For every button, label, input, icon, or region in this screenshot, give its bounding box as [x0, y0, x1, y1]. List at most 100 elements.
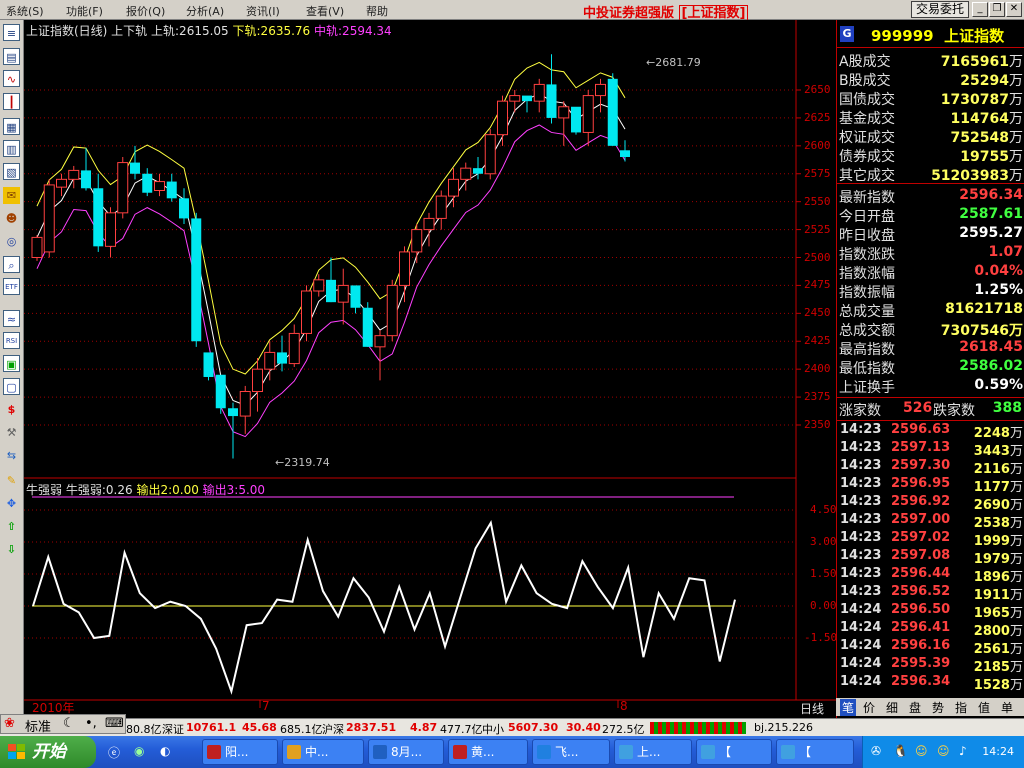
- menu-quote[interactable]: 报价(Q): [126, 3, 165, 19]
- candle-body-up: [374, 335, 386, 348]
- index-code: 999999: [871, 27, 934, 45]
- detail-tab[interactable]: 值: [978, 699, 990, 716]
- keyboard-icon[interactable]: ⌨: [105, 716, 124, 731]
- taskbar-item[interactable]: 【: [696, 739, 772, 765]
- menu-analysis[interactable]: 分析(A): [186, 3, 224, 19]
- menu-view[interactable]: 查看(V): [306, 3, 344, 19]
- tray-qq2-icon[interactable]: ☺: [937, 744, 950, 758]
- tick-volume-number: 1896: [973, 570, 1010, 585]
- tick-price: 2596.63: [891, 422, 951, 437]
- tick-volume-unit: 万: [1009, 642, 1023, 657]
- kline-icon[interactable]: ┃: [3, 93, 20, 110]
- menu-help[interactable]: 帮助: [366, 3, 388, 19]
- candle-body-down: [166, 181, 177, 199]
- hs-value: 2837.51: [346, 721, 397, 734]
- menu-function[interactable]: 功能(F): [66, 3, 103, 19]
- rsi-icon[interactable]: RSI: [3, 332, 20, 349]
- y-tick-label: 2400: [804, 362, 831, 376]
- calc-icon[interactable]: ▣: [3, 355, 20, 372]
- ime-bar[interactable]: ❀ 标准 ☾ •, ⌨: [0, 714, 126, 735]
- tick-volume: 1911万: [974, 584, 1023, 603]
- volume-row: 权证成交 752548万: [837, 127, 1024, 146]
- quote-list-icon[interactable]: ≡: [3, 24, 20, 41]
- mail-icon[interactable]: ✉: [3, 187, 20, 204]
- minimize-icon[interactable]: _: [972, 2, 988, 17]
- menu-system[interactable]: 系统(S): [6, 3, 44, 19]
- close-icon[interactable]: ✕: [1006, 2, 1022, 17]
- tick-volume: 2538万: [974, 512, 1023, 531]
- detail-tab[interactable]: 势: [932, 699, 944, 716]
- menu-info[interactable]: 资讯(I): [246, 3, 280, 19]
- taskbar-item[interactable]: 中...: [282, 739, 364, 765]
- taskbar-item[interactable]: 飞...: [532, 739, 610, 765]
- detail-tab[interactable]: 价: [863, 699, 875, 716]
- volume-number: 114764: [950, 111, 1009, 127]
- task-label: 飞...: [555, 745, 579, 759]
- quicklaunch-app-icon[interactable]: ◉: [134, 744, 144, 758]
- period-label[interactable]: 日线: [800, 700, 824, 717]
- wave-icon[interactable]: ≈: [3, 310, 20, 327]
- volume-unit: 万: [1009, 130, 1023, 146]
- dollar-icon[interactable]: $: [3, 401, 20, 418]
- detail-tab[interactable]: 盘: [909, 699, 921, 716]
- tray-network-icon[interactable]: ✇: [871, 744, 881, 758]
- stat-value: 2596.34: [959, 187, 1023, 203]
- volume-label: B股成交: [839, 73, 891, 89]
- osc-name: 牛强弱: [26, 483, 63, 497]
- stat-value: 81621718: [945, 301, 1023, 317]
- table-icon[interactable]: ▤: [3, 48, 20, 65]
- tools-icon[interactable]: ⚒: [3, 424, 20, 441]
- quicklaunch-ie-icon[interactable]: ⓔ: [108, 744, 120, 761]
- punct-icon[interactable]: •,: [85, 716, 97, 731]
- news-icon[interactable]: ▧: [3, 163, 20, 180]
- quicklaunch-desktop-icon[interactable]: ◐: [160, 744, 170, 758]
- quote-panel: G 999999 上证指数 A股成交 7165961万 B股成交 25294万 国债成交…: [836, 20, 1024, 718]
- trade-button[interactable]: 交易委托: [911, 1, 969, 18]
- moon-icon[interactable]: ☾: [63, 716, 75, 731]
- tick-row: 14:23 2597.02 1999万: [837, 530, 1024, 549]
- candle-body-down: [130, 162, 140, 174]
- stat-row: 指数涨幅 0.04%: [837, 263, 1024, 282]
- taskbar-item[interactable]: 8月...: [368, 739, 444, 765]
- volume-unit: 万: [1009, 168, 1023, 184]
- y-tick-label: 2575: [804, 166, 831, 180]
- line-chart-icon[interactable]: ∿: [3, 70, 20, 87]
- detail-tab[interactable]: 笔: [840, 699, 857, 716]
- ime-mode[interactable]: 标准: [25, 716, 51, 735]
- window-icon[interactable]: ▢: [3, 378, 20, 395]
- detail-tab[interactable]: 单: [1001, 699, 1013, 716]
- users-icon[interactable]: ☻: [3, 210, 20, 227]
- app-title: 中投证券超强版 [上证指数]: [583, 2, 749, 22]
- taskbar-item[interactable]: 阳...: [202, 739, 278, 765]
- taskbar-item[interactable]: 【: [776, 739, 854, 765]
- mid-band-label: 中轨:2594.34: [314, 24, 392, 38]
- search-icon[interactable]: ⌕: [3, 256, 20, 273]
- etf-icon[interactable]: ETF: [3, 278, 20, 295]
- tick-volume: 1965万: [974, 602, 1023, 621]
- move-icon[interactable]: ✥: [3, 495, 20, 512]
- market-strength-bar: [650, 722, 746, 734]
- stat-row: 总成交额 7307546万: [837, 320, 1024, 339]
- pencil-icon[interactable]: ✎: [3, 472, 20, 489]
- detail-tab[interactable]: 指: [955, 699, 967, 716]
- tray-speaker-icon[interactable]: ♪: [959, 744, 967, 758]
- tick-volume: 1896万: [974, 566, 1023, 585]
- up-count: 526: [903, 400, 933, 416]
- taskbar-item[interactable]: 黄...: [448, 739, 528, 765]
- arrow-down-icon[interactable]: ⇩: [3, 541, 20, 558]
- arrow-up-icon[interactable]: ⇧: [3, 518, 20, 535]
- tray-qq-icon[interactable]: ☺: [915, 744, 928, 758]
- report-icon[interactable]: ▦: [3, 118, 20, 135]
- export-icon[interactable]: ⇆: [3, 447, 20, 464]
- start-button[interactable]: 开始: [0, 736, 96, 768]
- taskbar-item[interactable]: 上...: [614, 739, 692, 765]
- grid-icon[interactable]: ▥: [3, 140, 20, 157]
- tray-penguin-icon[interactable]: 🐧: [893, 744, 908, 758]
- task-label: 8月...: [391, 745, 423, 759]
- restore-icon[interactable]: ❐: [989, 2, 1005, 17]
- zoom-chart-icon[interactable]: ◎: [3, 233, 20, 250]
- chart-area[interactable]: [24, 20, 836, 718]
- tick-volume-number: 1999: [973, 534, 1010, 549]
- chart-canvas[interactable]: [24, 20, 836, 718]
- detail-tab[interactable]: 细: [886, 699, 898, 716]
